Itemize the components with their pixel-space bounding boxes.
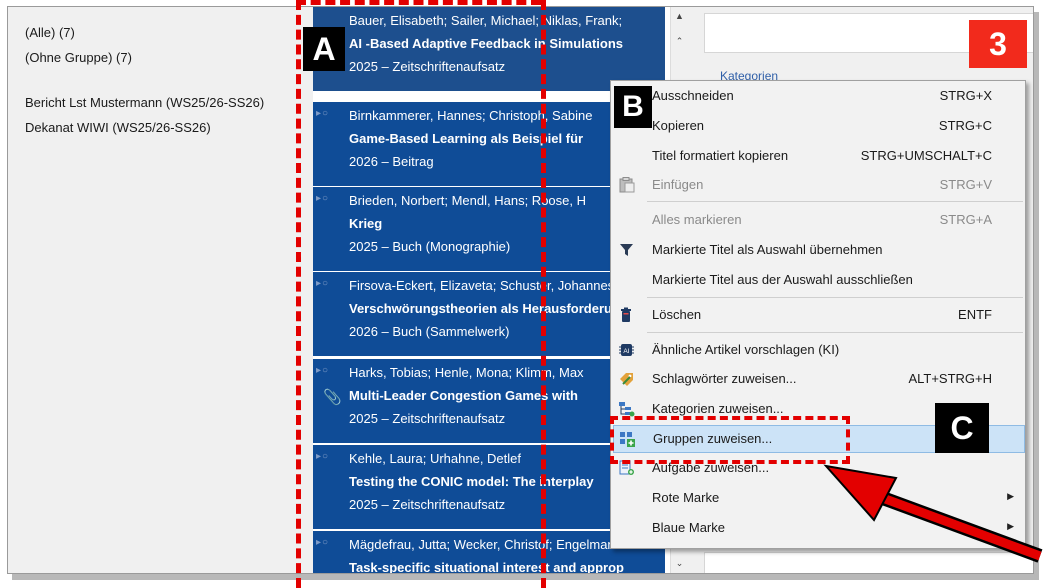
annotation-arrow bbox=[823, 464, 1043, 563]
screenshot-stage: (Alle) (7) (Ohne Gruppe) (7) Bericht Lst… bbox=[0, 0, 1044, 588]
